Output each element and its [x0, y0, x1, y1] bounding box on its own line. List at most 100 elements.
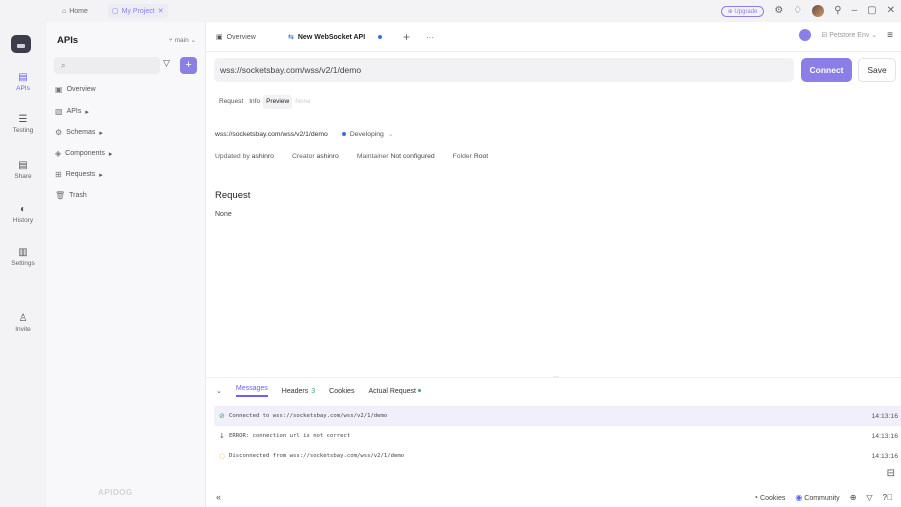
subtab-info[interactable]: Info: [246, 95, 263, 109]
message-time: 14:13:16: [871, 432, 898, 440]
cookies-link[interactable]: ◔ Cookies: [753, 493, 785, 502]
websocket-icon: ⇆: [288, 34, 294, 41]
shirt-icon[interactable]: ▽: [866, 493, 872, 502]
resize-handle[interactable]: ···: [553, 374, 559, 380]
maximize-icon[interactable]: ▢: [867, 6, 876, 16]
nav-item-settings[interactable]: ▥ Settings: [0, 247, 46, 267]
sidebar-item-label: Schemas: [66, 129, 96, 136]
env-label: Petstore Env: [829, 32, 870, 39]
settings-icon: ▥: [18, 247, 28, 258]
panel-layout-icon[interactable]: ⊟: [887, 468, 895, 479]
nav-item-testing[interactable]: ☰ Testing: [0, 114, 46, 134]
menu-icon[interactable]: ≡: [887, 30, 893, 41]
filter-icon[interactable]: ▽: [163, 58, 170, 69]
meta-value: ashinro: [316, 153, 339, 160]
tab-label: Overview: [226, 33, 256, 41]
message-row[interactable]: ⊘ Connected to wss://socketsbay.com/wss/…: [214, 406, 901, 426]
nav-label: Testing: [12, 127, 34, 134]
connect-button[interactable]: Connect: [801, 58, 852, 82]
message-text: ERROR: connection url is not correct: [229, 433, 351, 439]
tab-cookies[interactable]: Cookies: [329, 388, 354, 395]
collapse-chevron-icon[interactable]: ⌄: [216, 387, 222, 395]
search-input[interactable]: ⌕: [54, 57, 160, 74]
check-circle-icon: ⊘: [219, 412, 225, 420]
creator: Creator ashinro: [292, 153, 339, 160]
schemas-icon: ⚙: [55, 128, 63, 137]
tab-messages[interactable]: Messages: [235, 385, 268, 397]
pin-icon[interactable]: ⚲: [834, 6, 841, 16]
bell-icon[interactable]: ♢: [793, 6, 802, 16]
settings-gear-icon[interactable]: ⊕: [850, 493, 857, 502]
meta-label: Creator: [291, 153, 315, 160]
upgrade-button[interactable]: ⊕ Upgrade: [720, 5, 765, 17]
sidebar-item-trash[interactable]: 🗑︎ Trash: [55, 191, 87, 200]
status-badge[interactable]: Developing ⌄: [341, 130, 394, 138]
caret-icon: ▸: [85, 108, 89, 116]
save-button[interactable]: Save: [858, 58, 896, 82]
unsaved-dot: [378, 35, 383, 39]
nav-item-history[interactable]: ◐ History: [0, 204, 46, 224]
status-bar-actions: ◔ Cookies ◉ Community ⊕ ▽ ?⃝: [753, 493, 893, 502]
tab-overview[interactable]: ▣ Overview: [216, 22, 256, 52]
sidebar-item-schemas[interactable]: ⚙ Schemas ▸: [55, 128, 103, 137]
nav-label: History: [12, 217, 34, 224]
window-close-icon[interactable]: ✕: [887, 6, 895, 16]
tab-actual-request[interactable]: Actual Request: [368, 387, 421, 395]
caret-icon: ▸: [99, 171, 103, 179]
main-area: ▣ Overview ⇆ New WebSocket API + ··· ⊟ P…: [206, 22, 901, 507]
arrow-down-icon: ↓: [219, 432, 225, 440]
meta-value: Root: [473, 153, 489, 160]
project-logo-icon[interactable]: [11, 35, 31, 53]
message-row[interactable]: ↓ ERROR: connection url is not correct 1…: [214, 426, 901, 446]
requests-icon: ⊞: [55, 170, 62, 179]
message-row[interactable]: ◌ Disconnected from wss://socketsbay.com…: [214, 446, 901, 466]
meta-value: Not configured: [390, 153, 435, 160]
close-icon[interactable]: ✕: [158, 7, 164, 15]
disconnect-icon: ◌: [219, 452, 226, 460]
help-icon[interactable]: ?⃝: [883, 493, 893, 502]
community-link[interactable]: ◉ Community: [795, 493, 839, 502]
minimize-icon[interactable]: –: [852, 6, 858, 16]
env-selector[interactable]: ⊟ Petstore Env ⌄: [821, 31, 877, 39]
add-button[interactable]: +: [180, 57, 197, 74]
home-tab[interactable]: ⌂ Home: [58, 4, 92, 18]
sidebar-item-components[interactable]: ◈ Components ▸: [55, 149, 112, 158]
components-icon: ◈: [55, 149, 62, 158]
project-tab-label: My Project: [121, 7, 155, 15]
title-bar: ⌂ Home ▢ My Project ✕ ⊕ Upgrade ⚙ ♢ ⚲ – …: [0, 0, 901, 22]
nav-item-share[interactable]: ▤ Share: [0, 160, 46, 180]
avatar[interactable]: [812, 5, 825, 17]
cookies-label: Cookies: [760, 494, 786, 502]
community-label: Community: [804, 494, 840, 502]
subtab-preview[interactable]: Preview: [263, 95, 293, 109]
meta-label: Maintainer: [356, 153, 389, 160]
request-meta: Updated by ashinro Creator ashinro Maint…: [215, 153, 488, 160]
cookie-icon: ◔: [753, 492, 759, 502]
sidebar-item-overview[interactable]: ▣ Overview: [55, 85, 96, 94]
sidebar-item-requests[interactable]: ⊞ Requests ▸: [55, 170, 103, 179]
env-circle-icon[interactable]: [799, 29, 812, 41]
project-icon: ▢: [112, 8, 119, 15]
subtab-request[interactable]: Request: [216, 95, 246, 109]
gear-icon[interactable]: ⚙: [774, 6, 783, 16]
more-tabs-icon[interactable]: ···: [426, 22, 434, 52]
sidebar-item-apis[interactable]: ▧ APIs ▸: [55, 107, 89, 116]
project-tab[interactable]: ▢ My Project ✕: [108, 4, 168, 18]
tab-websocket[interactable]: ⇆ New WebSocket API: [288, 22, 383, 52]
message-time: 14:13:16: [871, 412, 898, 420]
url-input[interactable]: wss://socketsbay.com/wss/v2/1/demo: [214, 58, 794, 82]
updated-by: Updated by ashinro: [215, 153, 274, 160]
tab-headers[interactable]: Headers 3: [282, 388, 315, 395]
community-icon: ◉: [795, 492, 803, 502]
branch-label: main: [174, 37, 189, 44]
new-tab-button[interactable]: +: [403, 22, 410, 52]
nav-label: Settings: [11, 260, 35, 267]
request-section-title: Request: [215, 190, 251, 201]
nav-item-invite[interactable]: ♙ Invite: [0, 313, 46, 333]
sidebar-item-label: Components: [65, 150, 105, 157]
collapse-sidebar-icon[interactable]: «: [216, 492, 221, 502]
tab-label: Actual Request: [368, 387, 416, 395]
nav-item-apis[interactable]: ▤ APIs: [0, 72, 46, 92]
branch-selector[interactable]: ⑂ main ⌄: [169, 36, 196, 44]
subtab-none[interactable]: None: [292, 95, 314, 109]
